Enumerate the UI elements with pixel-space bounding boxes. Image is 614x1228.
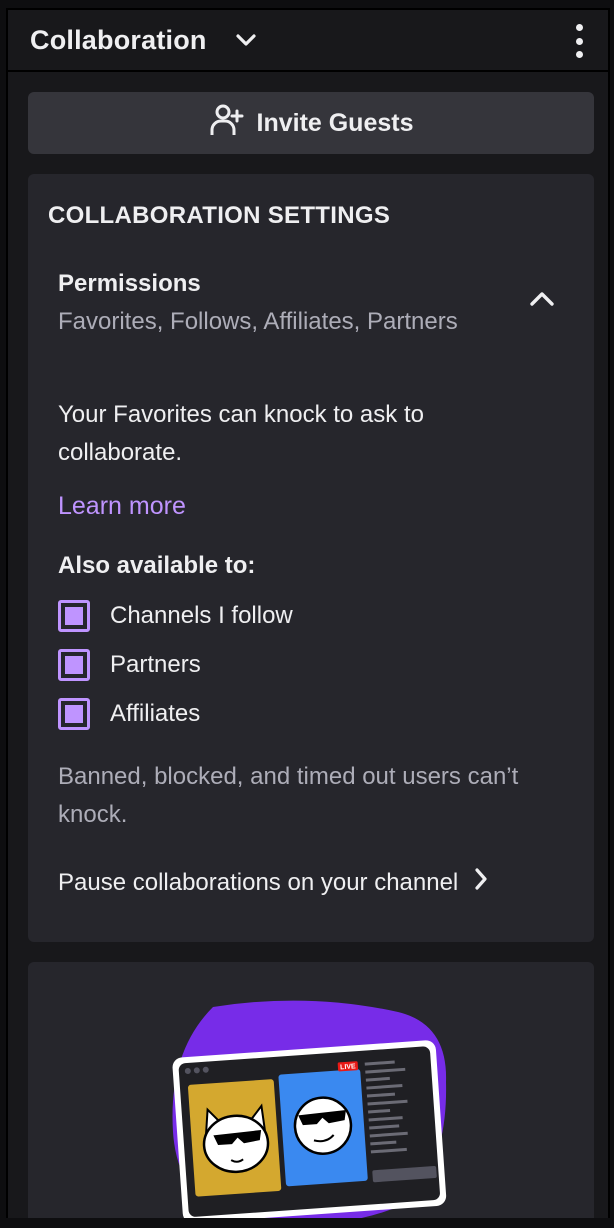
settings-heading: COLLABORATION SETTINGS	[48, 202, 391, 229]
panel-header: Collaboration	[8, 10, 608, 72]
banned-users-note: Banned, blocked, and timed out users can…	[58, 763, 519, 828]
collaboration-settings-card: COLLABORATION SETTINGS Permissions Favor…	[28, 174, 594, 942]
chevron-right-icon	[472, 866, 490, 899]
permissions-value: Favorites, Follows, Affiliates, Partners	[58, 308, 458, 335]
option-label: Partners	[110, 651, 201, 678]
also-available-label: Also available to:	[58, 552, 256, 579]
more-vertical-icon[interactable]	[572, 24, 586, 58]
panel-title: Collaboration	[30, 24, 207, 55]
pause-label: Pause collaborations on your channel	[58, 868, 459, 896]
invite-guests-label: Invite Guests	[256, 108, 414, 137]
option-label: Channels I follow	[110, 602, 293, 629]
collaboration-illustration: LIVE	[172, 1000, 447, 1218]
invite-guests-button[interactable]: Invite Guests	[28, 92, 594, 154]
chevron-up-icon[interactable]	[528, 288, 556, 310]
permissions-description: Your Favorites can knock to ask to colla…	[58, 401, 424, 466]
pause-collaborations-link[interactable]: Pause collaborations on your channel	[58, 866, 490, 899]
option-channels-i-follow[interactable]: Channels I follow	[58, 600, 293, 632]
checkbox[interactable]	[58, 698, 90, 730]
collaboration-panel: Collaboration Invite Guests COLLABORATIO…	[6, 8, 610, 1218]
live-badge: LIVE	[340, 1063, 356, 1071]
checkbox[interactable]	[58, 649, 90, 681]
permissions-title: Permissions	[58, 270, 201, 297]
chevron-down-icon[interactable]	[233, 27, 259, 53]
option-affiliates[interactable]: Affiliates	[58, 698, 200, 730]
checkbox[interactable]	[58, 600, 90, 632]
learn-more-link[interactable]: Learn more	[58, 492, 186, 521]
option-label: Affiliates	[110, 700, 201, 727]
add-user-icon	[209, 102, 245, 145]
collaboration-promo-card: LIVE	[28, 962, 594, 1218]
option-partners[interactable]: Partners	[58, 649, 201, 681]
